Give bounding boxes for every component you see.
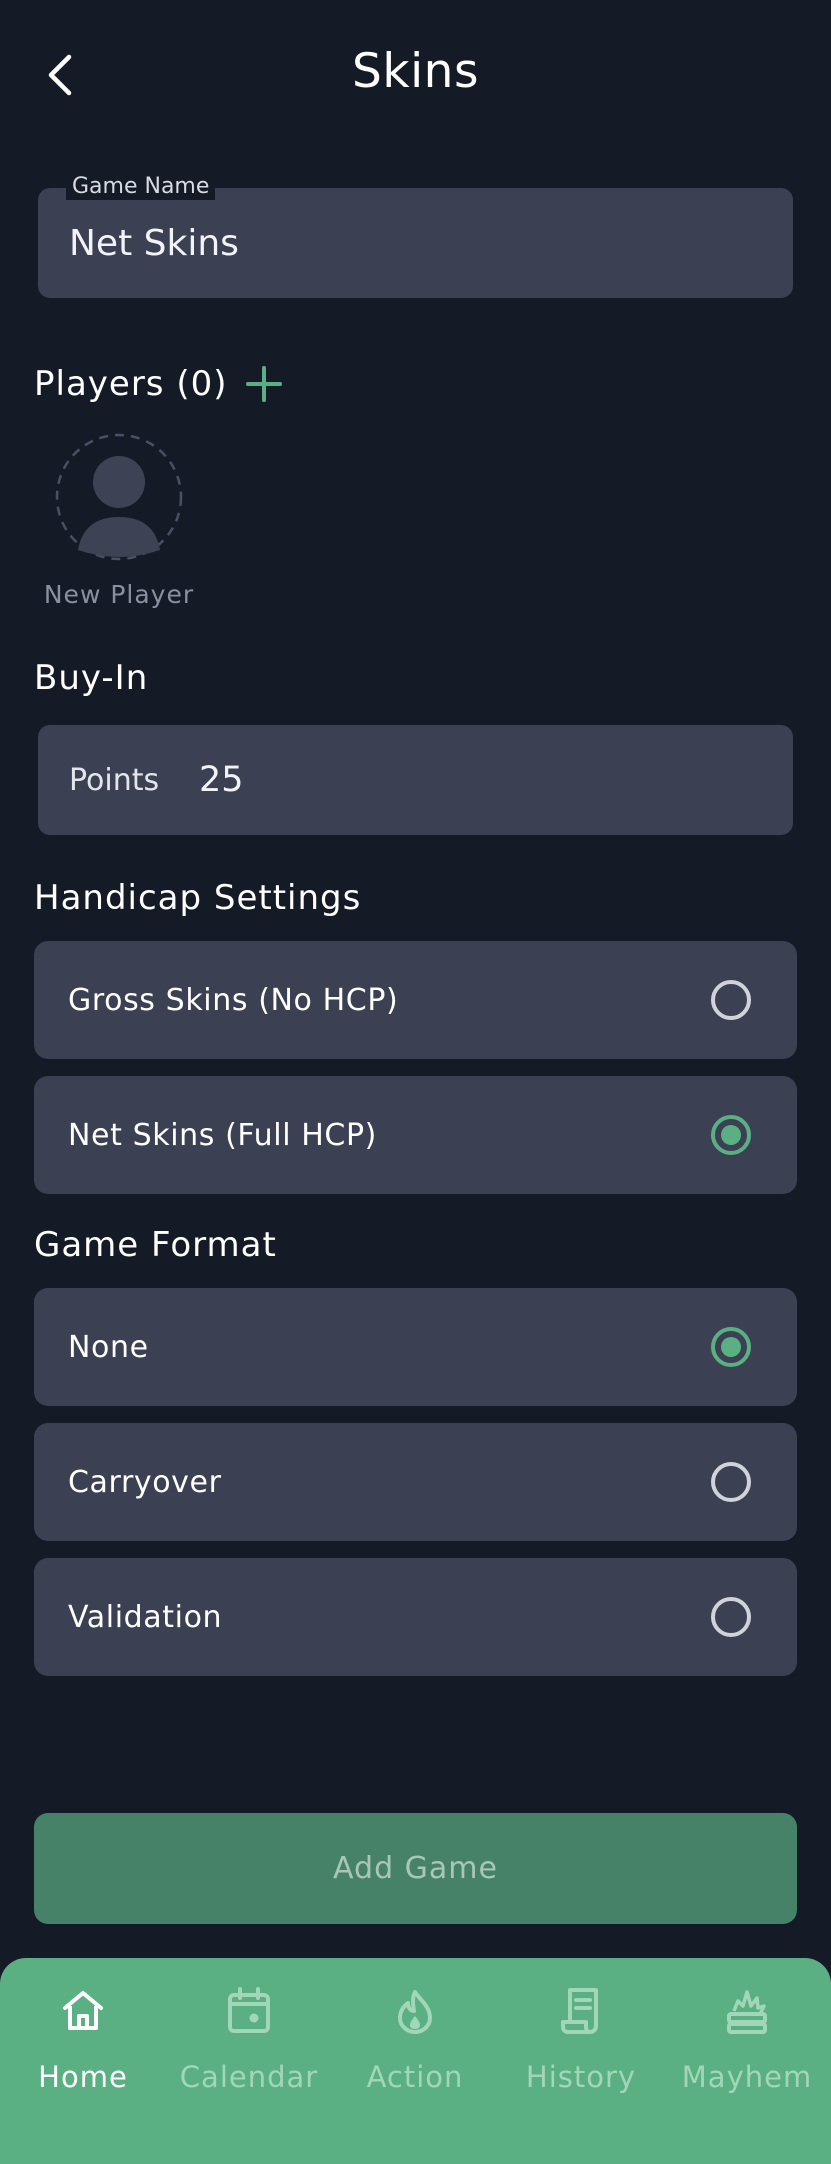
calendar-icon: [228, 1987, 270, 2033]
tab-history[interactable]: History: [498, 1958, 664, 2164]
add-game-button[interactable]: Add Game: [34, 1813, 797, 1924]
tab-label: Mayhem: [681, 2060, 813, 2094]
option-carryover[interactable]: Carryover: [34, 1423, 797, 1541]
radio-button-selected[interactable]: [711, 1115, 751, 1155]
tab-label: History: [525, 2060, 637, 2094]
tab-mayhem[interactable]: Mayhem: [664, 1958, 830, 2164]
buy-in-title: Buy-In: [34, 658, 149, 698]
option-label: Gross Skins (No HCP): [68, 982, 399, 1018]
option-gross-skins[interactable]: Gross Skins (No HCP): [34, 941, 797, 1059]
add-player-button[interactable]: [244, 364, 284, 404]
flame-icon: [398, 1990, 432, 2034]
new-player-label: New Player: [43, 580, 195, 609]
option-validation[interactable]: Validation: [34, 1558, 797, 1676]
scroll-icon: [561, 1988, 598, 2034]
radio-button[interactable]: [711, 1597, 751, 1637]
handicap-title: Handicap Settings: [34, 878, 362, 918]
game-name-field[interactable]: Game Name Net Skins: [38, 174, 793, 298]
tab-home[interactable]: Home: [0, 1958, 166, 2164]
radio-button[interactable]: [711, 1462, 751, 1502]
radio-button-selected[interactable]: [711, 1327, 751, 1367]
buy-in-value: 25: [199, 760, 244, 800]
tab-label: Action: [366, 2060, 464, 2094]
option-net-skins[interactable]: Net Skins (Full HCP): [34, 1076, 797, 1194]
game-name-value: Net Skins: [69, 222, 239, 264]
game-format-title: Game Format: [34, 1225, 277, 1265]
option-label: None: [68, 1329, 149, 1365]
person-icon: [55, 433, 183, 561]
plus-icon: [246, 366, 282, 402]
page-title: Skins: [352, 44, 479, 99]
explosion-icon: [727, 1990, 767, 2034]
tab-label: Calendar: [179, 2060, 319, 2094]
option-label: Net Skins (Full HCP): [68, 1117, 377, 1153]
players-title: Players (0): [34, 364, 228, 404]
bottom-tab-bar: Home Calendar Action History Mayhem: [0, 1958, 831, 2164]
option-none[interactable]: None: [34, 1288, 797, 1406]
home-icon: [63, 1991, 103, 2030]
new-player-avatar[interactable]: [54, 432, 184, 562]
option-label: Carryover: [68, 1464, 222, 1500]
tab-label: Home: [38, 2060, 128, 2094]
tab-calendar[interactable]: Calendar: [166, 1958, 332, 2164]
tab-action[interactable]: Action: [332, 1958, 498, 2164]
radio-button[interactable]: [711, 980, 751, 1020]
buy-in-prefix: Points: [69, 762, 160, 798]
header: Skins: [0, 0, 831, 150]
option-label: Validation: [68, 1599, 223, 1635]
buy-in-field[interactable]: Points 25: [38, 725, 793, 835]
